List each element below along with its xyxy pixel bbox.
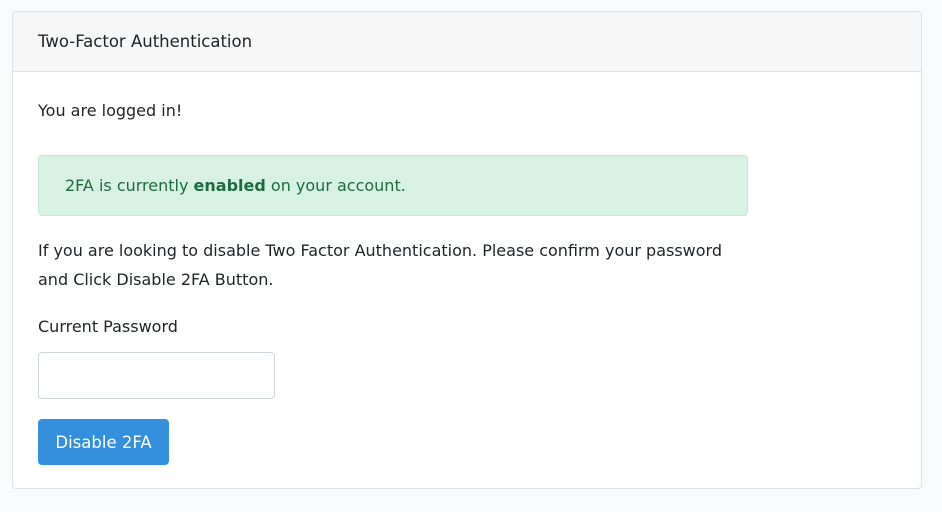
alert-suffix: on your account. (265, 176, 406, 195)
disable-instructions: If you are looking to disable Two Factor… (38, 241, 722, 289)
card-header: Two-Factor Authentication (13, 12, 921, 72)
current-password-label: Current Password (38, 317, 178, 336)
current-password-input[interactable] (38, 352, 275, 399)
disable-2fa-button[interactable]: Disable 2FA (38, 419, 169, 465)
logged-in-message: You are logged in! (38, 101, 183, 120)
alert-prefix: 2FA is currently (65, 176, 194, 195)
status-alert: 2FA is currently enabled on your account… (38, 155, 748, 216)
alert-status: enabled (193, 176, 266, 195)
two-factor-card: Two-Factor Authentication You are logged… (12, 11, 922, 489)
card-title: Two-Factor Authentication (38, 32, 253, 51)
